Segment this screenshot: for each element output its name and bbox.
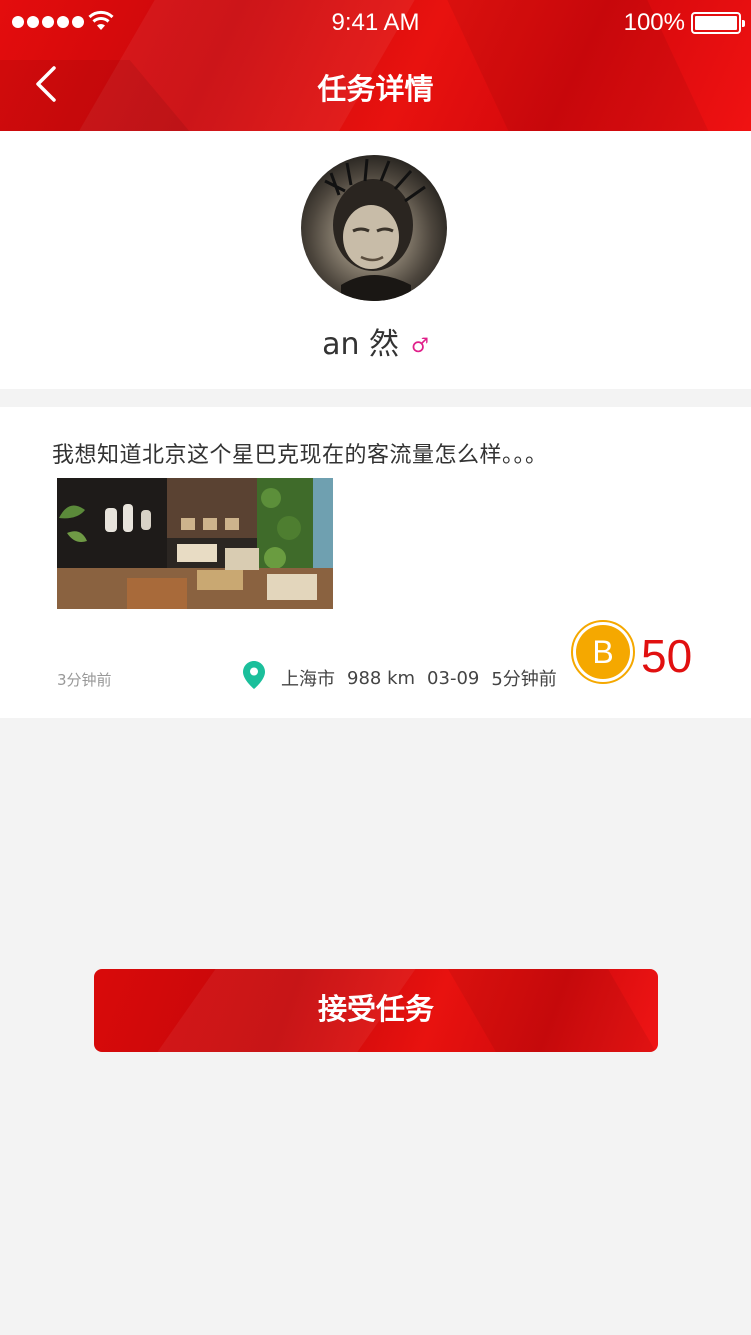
avatar-photo xyxy=(324,158,426,301)
accept-task-label: 接受任务 xyxy=(317,992,434,1026)
male-icon: ♂ xyxy=(411,333,429,357)
task-distance: 988 km xyxy=(347,667,416,689)
header: 9:41 AM 100% 任务详情 xyxy=(0,0,751,131)
task-updated: 5分钟前 xyxy=(491,669,557,690)
task-description: 我想知道北京这个星巴克现在的客流量怎么样。。。 xyxy=(52,443,548,468)
user-name: an 然 xyxy=(322,327,399,362)
coin-b-icon: B xyxy=(571,620,635,684)
task-location: 上海市 xyxy=(281,669,335,690)
page-title: 任务详情 xyxy=(317,72,434,106)
task-photo[interactable] xyxy=(57,478,333,609)
battery-percent: 100% xyxy=(623,9,685,36)
task-meta: 上海市 988 km 03-09 5分钟前 xyxy=(243,661,569,691)
location-pin-icon xyxy=(243,661,265,689)
task-date: 03-09 xyxy=(427,667,480,689)
user-info: an 然 ♂ xyxy=(0,319,751,363)
status-bar: 9:41 AM 100% xyxy=(0,0,751,46)
task-card: 我想知道北京这个星巴克现在的客流量怎么样。。。 3分钟前 上海市 988 km … xyxy=(0,407,751,718)
profile-section: an 然 ♂ xyxy=(0,131,751,389)
svg-text:B: B xyxy=(592,634,613,670)
reward-amount: 50 xyxy=(641,630,693,682)
battery-icon xyxy=(691,12,745,34)
cafe-photo xyxy=(57,478,333,609)
posted-time: 3分钟前 xyxy=(57,671,112,689)
accept-task-button[interactable]: 接受任务 xyxy=(94,969,658,1052)
avatar[interactable] xyxy=(301,155,447,301)
nav-bar: 任务详情 xyxy=(0,46,751,131)
